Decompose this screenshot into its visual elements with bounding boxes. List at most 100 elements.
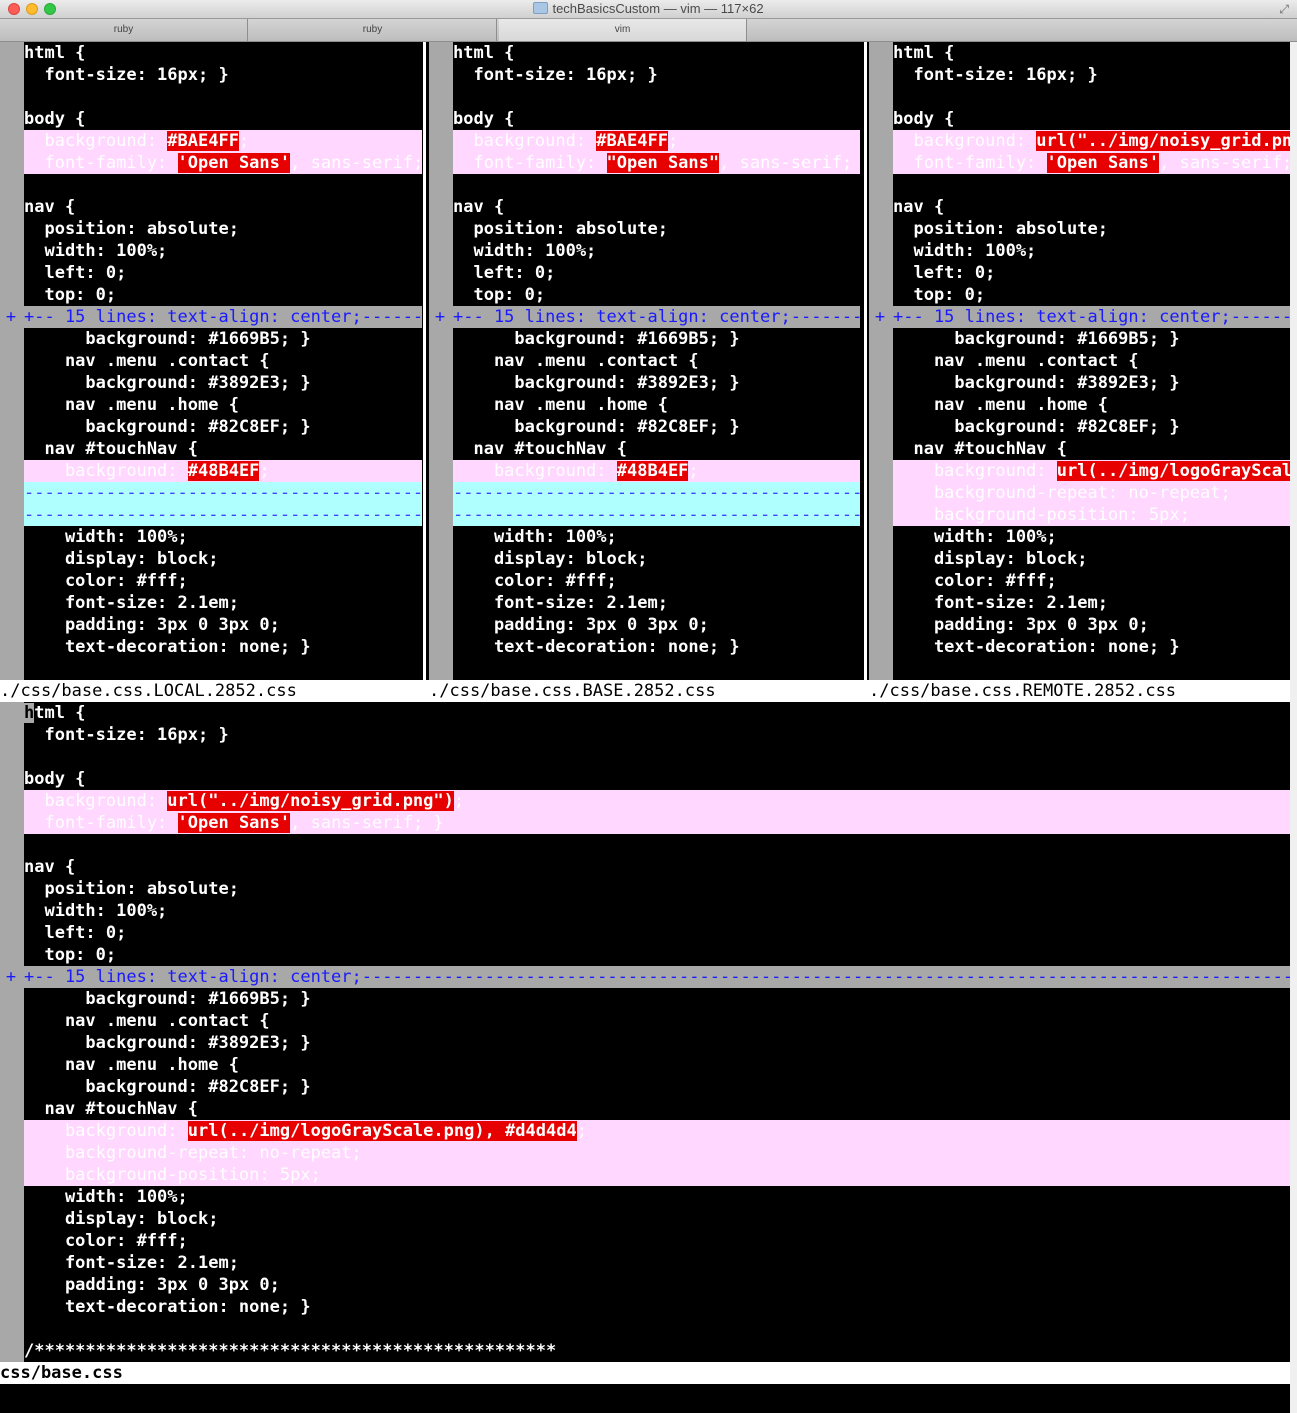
fold-marker[interactable]: + bbox=[0, 966, 22, 988]
code-line[interactable]: html { bbox=[24, 42, 422, 64]
tab-vim[interactable]: vim bbox=[499, 19, 747, 41]
code-line[interactable] bbox=[24, 834, 1290, 856]
code-line[interactable]: font-size: 2.1em; bbox=[24, 592, 422, 614]
code-line[interactable]: nav .menu .contact { bbox=[24, 350, 422, 372]
code-line[interactable]: body { bbox=[24, 768, 1290, 790]
code-line[interactable]: background: #82C8EF; } bbox=[453, 416, 860, 438]
code-line[interactable]: html { bbox=[24, 702, 1290, 724]
code-line[interactable] bbox=[453, 86, 860, 108]
code-line[interactable]: position: absolute; bbox=[893, 218, 1290, 240]
code-line[interactable]: font-size: 2.1em; bbox=[24, 1252, 1290, 1274]
code-line[interactable]: top: 0; bbox=[893, 284, 1290, 306]
code-line[interactable]: color: #fff; bbox=[24, 570, 422, 592]
code-line[interactable]: background: #1669B5; } bbox=[453, 328, 860, 350]
diff-filler-line[interactable]: ----------------------------------------… bbox=[24, 482, 422, 504]
fold-line[interactable]: ++-- 15 lines: text-align: center;------… bbox=[0, 966, 1290, 988]
code-line[interactable]: nav { bbox=[453, 196, 860, 218]
code-line[interactable]: width: 100%; bbox=[893, 240, 1290, 262]
code-line[interactable]: background: #1669B5; } bbox=[24, 988, 1290, 1010]
diff-changed-line[interactable]: font-family: "Open Sans", sans-serif; } bbox=[453, 152, 860, 174]
code-line[interactable]: nav .menu .home { bbox=[24, 394, 422, 416]
diff-changed-line[interactable]: background: url(../img/logoGrayScale.png… bbox=[24, 1120, 1290, 1142]
vertical-split-divider[interactable] bbox=[864, 42, 867, 680]
diff-changed-line[interactable]: font-family: 'Open Sans', sans-serif; } bbox=[24, 812, 1290, 834]
code-line[interactable]: background: #3892E3; } bbox=[893, 372, 1290, 394]
code-line[interactable]: color: #fff; bbox=[24, 1230, 1290, 1252]
code-line[interactable]: left: 0; bbox=[24, 262, 422, 284]
pane-local[interactable]: html { font-size: 16px; } body { backgrou… bbox=[0, 42, 422, 680]
code-line[interactable]: display: block; bbox=[24, 548, 422, 570]
vertical-split-divider[interactable] bbox=[423, 42, 426, 680]
diff-changed-line[interactable]: background: #48B4EF; bbox=[453, 460, 860, 482]
terminal-area[interactable]: html { font-size: 16px; } body { backgrou… bbox=[0, 42, 1290, 1413]
code-line[interactable]: html { bbox=[453, 42, 860, 64]
code-line[interactable]: nav { bbox=[24, 856, 1290, 878]
code-line[interactable]: nav { bbox=[893, 196, 1290, 218]
code-line[interactable]: top: 0; bbox=[24, 944, 1290, 966]
code-line[interactable]: width: 100%; bbox=[453, 240, 860, 262]
code-line[interactable]: font-size: 16px; } bbox=[893, 64, 1290, 86]
code-line[interactable]: body { bbox=[453, 108, 860, 130]
terminal-scrollbar[interactable] bbox=[1290, 42, 1297, 1413]
code-line[interactable]: text-decoration: none; } bbox=[453, 636, 860, 658]
code-line[interactable]: nav .menu .home { bbox=[453, 394, 860, 416]
code-line[interactable] bbox=[24, 174, 422, 196]
fold-marker[interactable]: + bbox=[429, 306, 451, 328]
code-line[interactable]: width: 100%; bbox=[24, 1186, 1290, 1208]
code-line[interactable]: font-size: 16px; } bbox=[24, 64, 422, 86]
pane-merged[interactable]: html { font-size: 16px; } body { backgrou… bbox=[0, 702, 1290, 1362]
diff-changed-line[interactable]: background: url(../img/logoGrayScale.png… bbox=[893, 460, 1290, 482]
diff-changed-line[interactable]: background-position: 5px; bbox=[24, 1164, 1290, 1186]
diff-changed-line[interactable]: background: #BAE4FF; bbox=[453, 130, 860, 152]
code-line[interactable]: nav .menu .home { bbox=[24, 1054, 1290, 1076]
code-line[interactable]: width: 100%; bbox=[453, 526, 860, 548]
code-line[interactable]: background: #1669B5; } bbox=[24, 328, 422, 350]
diff-changed-line[interactable]: background-repeat: no-repeat; bbox=[893, 482, 1290, 504]
code-line[interactable] bbox=[453, 174, 860, 196]
code-line[interactable]: font-size: 2.1em; bbox=[893, 592, 1290, 614]
fullscreen-icon[interactable]: ⤢ bbox=[1279, 2, 1289, 17]
diff-filler-line[interactable]: ----------------------------------------… bbox=[453, 504, 860, 526]
code-line[interactable] bbox=[893, 86, 1290, 108]
code-line[interactable]: position: absolute; bbox=[453, 218, 860, 240]
code-line[interactable]: nav #touchNav { bbox=[24, 438, 422, 460]
code-line[interactable]: left: 0; bbox=[24, 922, 1290, 944]
code-line[interactable]: font-size: 16px; } bbox=[24, 724, 1290, 746]
code-line[interactable]: width: 100%; bbox=[893, 526, 1290, 548]
code-line[interactable]: background: #1669B5; } bbox=[893, 328, 1290, 350]
code-line[interactable]: color: #fff; bbox=[453, 570, 860, 592]
code-line[interactable]: top: 0; bbox=[453, 284, 860, 306]
code-line[interactable]: display: block; bbox=[893, 548, 1290, 570]
code-line[interactable]: padding: 3px 0 3px 0; bbox=[24, 1274, 1290, 1296]
fold-marker[interactable]: + bbox=[0, 306, 22, 328]
code-line[interactable]: text-decoration: none; } bbox=[24, 636, 422, 658]
code-line[interactable]: top: 0; bbox=[24, 284, 422, 306]
diff-changed-line[interactable]: font-family: 'Open Sans', sans-serif; } bbox=[24, 152, 422, 174]
code-line[interactable] bbox=[24, 86, 422, 108]
code-line[interactable]: display: block; bbox=[453, 548, 860, 570]
code-line[interactable]: nav #touchNav { bbox=[24, 1098, 1290, 1120]
diff-changed-line[interactable]: background-position: 5px; bbox=[893, 504, 1290, 526]
code-line[interactable]: body { bbox=[24, 108, 422, 130]
fold-line[interactable]: ++-- 15 lines: text-align: center;------… bbox=[869, 306, 1290, 328]
code-line[interactable]: padding: 3px 0 3px 0; bbox=[453, 614, 860, 636]
code-line[interactable]: text-decoration: none; } bbox=[893, 636, 1290, 658]
code-line[interactable]: nav .menu .home { bbox=[893, 394, 1290, 416]
code-line[interactable]: nav .menu .contact { bbox=[24, 1010, 1290, 1032]
code-line[interactable]: background: #3892E3; } bbox=[24, 372, 422, 394]
code-line[interactable]: background: #82C8EF; } bbox=[24, 416, 422, 438]
code-line[interactable]: font-size: 2.1em; bbox=[453, 592, 860, 614]
code-line[interactable]: width: 100%; bbox=[24, 900, 1290, 922]
code-line[interactable]: background: #3892E3; } bbox=[24, 1032, 1290, 1054]
code-line[interactable]: left: 0; bbox=[893, 262, 1290, 284]
code-line[interactable]: font-size: 16px; } bbox=[453, 64, 860, 86]
code-line[interactable]: width: 100%; bbox=[24, 240, 422, 262]
diff-changed-line[interactable]: background: #BAE4FF; bbox=[24, 130, 422, 152]
fold-line[interactable]: ++-- 15 lines: text-align: center;------… bbox=[429, 306, 860, 328]
code-line[interactable]: color: #fff; bbox=[893, 570, 1290, 592]
code-line[interactable]: nav #touchNav { bbox=[893, 438, 1290, 460]
code-line[interactable] bbox=[24, 1318, 1290, 1340]
code-line[interactable]: nav { bbox=[24, 196, 422, 218]
diff-changed-line[interactable]: background: #48B4EF; bbox=[24, 460, 422, 482]
code-line[interactable]: position: absolute; bbox=[24, 218, 422, 240]
